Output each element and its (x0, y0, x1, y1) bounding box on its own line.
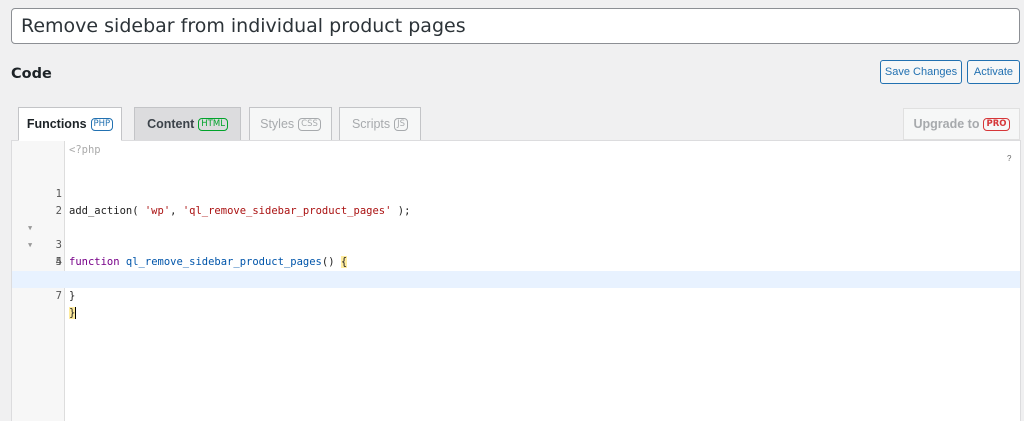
help-icon[interactable]: ? (1007, 154, 1011, 163)
code-editor[interactable]: <?php ? 1 add_action( 'wp', 'ql_remove_s… (11, 140, 1021, 421)
tab-scripts-label: Scripts (351, 117, 391, 131)
code-line[interactable]: ▼ 4 if ( is_product() ) { (12, 220, 1020, 285)
code-text: } (69, 290, 76, 302)
php-badge: PHP (90, 117, 114, 131)
js-badge: JS (394, 117, 409, 131)
code-line[interactable]: 6 } (12, 254, 1020, 302)
line-number: 7 (55, 290, 62, 302)
tab-content-label: Content (147, 117, 195, 131)
code-line[interactable]: ▼ 3 function ql_remove_sidebar_product_p… (12, 203, 1020, 268)
tab-scripts[interactable]: Scripts JS (339, 107, 421, 141)
pro-badge: PRO (983, 117, 1010, 131)
snippet-title-input[interactable]: Remove sidebar from individual product p… (11, 8, 1020, 44)
text-cursor (75, 307, 77, 319)
code-text: } (69, 307, 77, 319)
tab-content[interactable]: Content HTML (134, 107, 241, 141)
code-section-heading: Code (11, 66, 52, 82)
active-code-line[interactable]: 7 } (12, 271, 1020, 319)
css-badge: CSS (298, 117, 321, 131)
tab-functions-label: Functions (26, 117, 87, 131)
save-changes-button[interactable]: Save Changes (880, 60, 962, 84)
code-line[interactable]: 1 add_action( 'wp', 'ql_remove_sidebar_p… (12, 169, 1020, 217)
tab-functions[interactable]: Functions PHP (18, 107, 122, 141)
code-line[interactable]: 5 remove_action( 'woocommerce_sidebar', … (12, 237, 1020, 285)
tab-styles[interactable]: Styles CSS (249, 107, 332, 141)
html-badge: HTML (198, 117, 228, 131)
upgrade-to-pro-button[interactable]: Upgrade to PRO (903, 108, 1020, 140)
code-line[interactable]: 2 (12, 186, 1020, 217)
tab-styles-label: Styles (260, 117, 295, 131)
php-open-tag: <?php (69, 144, 101, 156)
upgrade-label: Upgrade to (913, 117, 980, 131)
activate-button[interactable]: Activate (967, 60, 1020, 84)
